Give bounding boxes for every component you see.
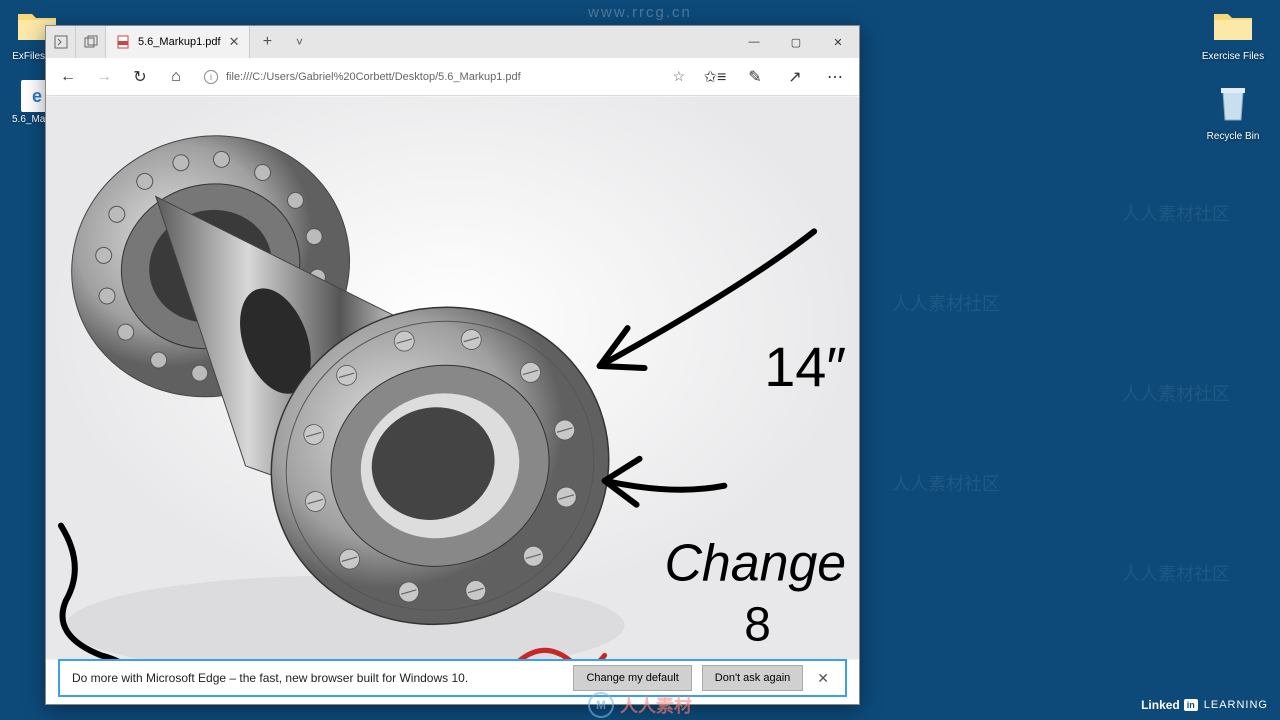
watermark-text: 人人素材社区 — [892, 290, 1000, 316]
watermark-text: 人人素材社区 — [1122, 380, 1230, 406]
favorites-button[interactable]: ✩≡ — [697, 61, 733, 93]
pdf-viewport[interactable]: 14″ Change 8 — [46, 96, 859, 660]
browser-window: 5.6_Markup1.pdf ✕ + ˅ — ▢ ✕ ← → ↻ ⌂ i fi… — [45, 25, 860, 705]
tabs-set-aside-button[interactable] — [76, 26, 106, 58]
linkedin-in-icon: in — [1184, 699, 1198, 711]
watermark-text: 人人素材社区 — [1122, 200, 1230, 226]
desktop-folder-exercise[interactable]: Exercise Files — [1198, 8, 1268, 62]
browser-tab[interactable]: 5.6_Markup1.pdf ✕ — [106, 26, 250, 58]
annotation-number: 8 — [744, 598, 771, 651]
folder-icon — [1212, 8, 1254, 44]
linkedin-learning-badge: Linked in LEARNING — [1141, 698, 1268, 712]
minimize-button[interactable]: — — [733, 26, 775, 58]
annotation-dimension: 14″ — [764, 335, 846, 398]
close-window-button[interactable]: ✕ — [817, 26, 859, 58]
pdf-content: 14″ Change 8 — [46, 96, 859, 660]
url-text: file:///C:/Users/Gabriel%20Corbett/Deskt… — [226, 71, 664, 83]
pdf-file-icon — [116, 35, 130, 49]
tabs-icon — [84, 35, 98, 49]
back-button[interactable]: ← — [52, 61, 84, 93]
watermark-brand: 人人素材 — [620, 692, 692, 718]
change-default-button[interactable]: Change my default — [573, 665, 691, 691]
share-button[interactable]: ↗ — [777, 61, 813, 93]
home-button[interactable]: ⌂ — [160, 61, 192, 93]
titlebar[interactable]: 5.6_Markup1.pdf ✕ + ˅ — ▢ ✕ — [46, 26, 859, 58]
watermark-text: 人人素材社区 — [892, 470, 1000, 496]
notes-button[interactable]: ✎ — [737, 61, 773, 93]
annotation-change: Change — [664, 534, 846, 592]
forward-button[interactable]: → — [88, 61, 120, 93]
info-icon[interactable]: i — [204, 70, 218, 84]
favorite-star-icon[interactable]: ☆ — [672, 68, 685, 85]
url-input[interactable]: i file:///C:/Users/Gabriel%20Corbett/Des… — [196, 68, 693, 85]
linkedin-learning-text: LEARNING — [1204, 699, 1268, 711]
more-button[interactable]: ⋯ — [817, 61, 853, 93]
tab-chevron-button[interactable]: ˅ — [284, 26, 314, 58]
edge-notification-bar: Do more with Microsoft Edge – the fast, … — [58, 659, 847, 697]
dont-ask-button[interactable]: Don't ask again — [702, 665, 803, 691]
watermark-url: www.rrcg.cn — [588, 4, 692, 21]
notification-close-button[interactable]: ✕ — [813, 670, 833, 687]
address-bar: ← → ↻ ⌂ i file:///C:/Users/Gabriel%20Cor… — [46, 58, 859, 96]
tab-set-aside-button[interactable] — [46, 26, 76, 58]
tab-close-button[interactable]: ✕ — [229, 34, 240, 50]
watermark-logo: M 人人素材 — [588, 692, 692, 718]
desktop-recycle-bin[interactable]: Recycle Bin — [1198, 82, 1268, 142]
watermark-text: 人人素材社区 — [1122, 560, 1230, 586]
watermark-circle-icon: M — [588, 692, 614, 718]
refresh-button[interactable]: ↻ — [124, 61, 156, 93]
new-tab-button[interactable]: + — [250, 26, 284, 58]
maximize-button[interactable]: ▢ — [775, 26, 817, 58]
titlebar-drag[interactable] — [314, 26, 733, 58]
desktop-label: Exercise Files — [1198, 51, 1268, 62]
desktop-label: Recycle Bin — [1198, 131, 1268, 142]
tab-title: 5.6_Markup1.pdf — [138, 36, 221, 48]
notification-text: Do more with Microsoft Edge – the fast, … — [72, 671, 563, 685]
set-aside-icon — [54, 35, 68, 49]
linkedin-text: Linked — [1141, 698, 1180, 712]
recycle-bin-icon — [1215, 82, 1251, 124]
